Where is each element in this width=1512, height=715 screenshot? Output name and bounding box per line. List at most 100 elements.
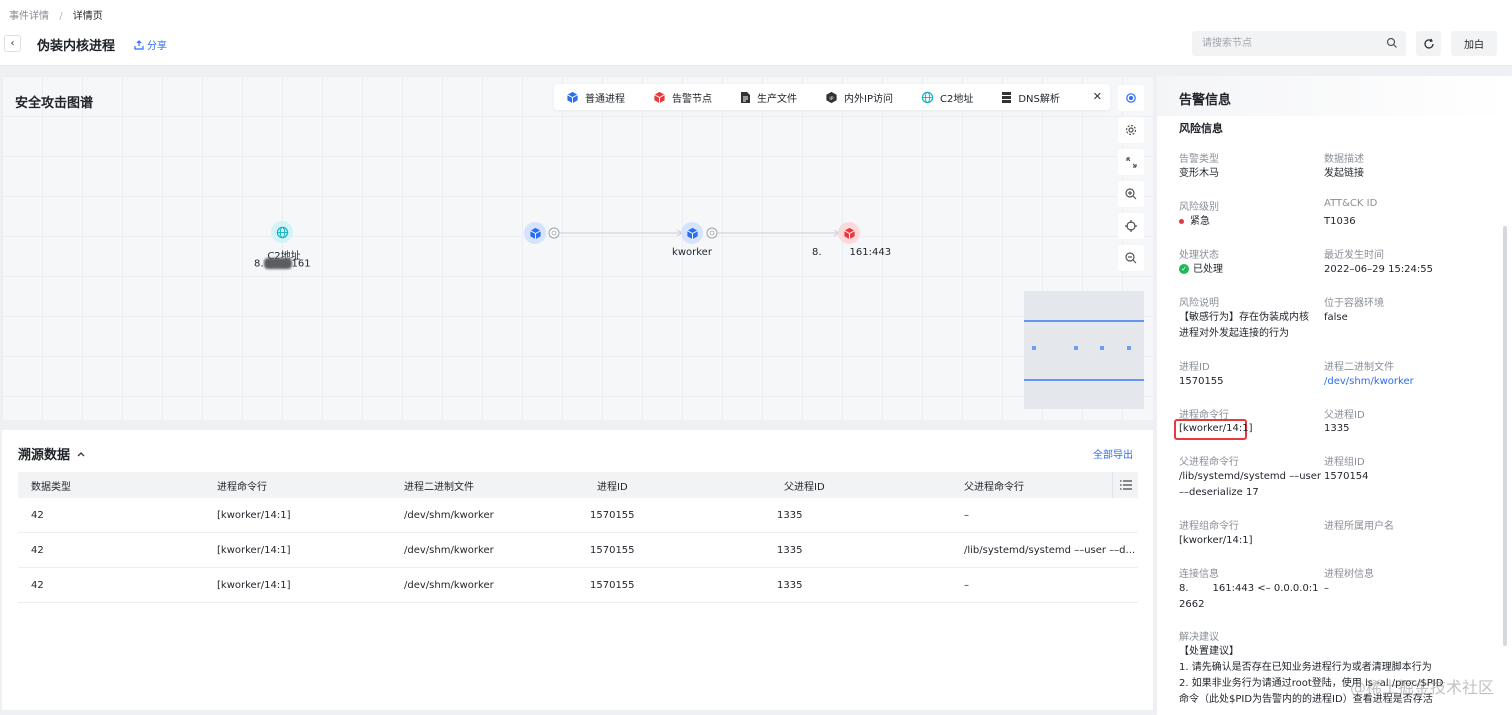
graph-node-alert-ip-label: 8. 161:443 [812, 247, 891, 258]
field-label: 最近发生时间 [1324, 250, 1384, 261]
redacted-mask [263, 258, 292, 269]
cube-alert-icon [843, 227, 855, 239]
graph-node-alert-ip[interactable] [838, 222, 860, 244]
field-label: 解决建议 [1179, 632, 1219, 643]
breadcrumb: 事件详情 / 详情页 [9, 7, 103, 22]
table-cell: /dev/shm/kworker [404, 579, 494, 591]
breadcrumb-separator: / [59, 11, 63, 22]
parent-cmd-line1: /lib/systemd/systemd ––user [1179, 471, 1322, 482]
table-cell: /lib/systemd/systemd ––user ––d... [964, 544, 1136, 556]
table-cell: 42 [31, 544, 44, 556]
scrollbar[interactable] [1503, 226, 1507, 646]
binary-link[interactable]: /dev/shm/kworker [1324, 374, 1414, 390]
trace-table: 数据类型 进程命令行 进程二进制文件 进程ID 父进程ID 父进程命令行 42 … [18, 472, 1138, 603]
table-cell: /dev/shm/kworker [404, 509, 494, 521]
tree-value: – [1324, 583, 1329, 594]
address-prefix: 8. [812, 247, 822, 258]
status-value: ✓ 已处理 [1179, 262, 1223, 278]
address-suffix: 161:443 [849, 247, 892, 258]
field-label: 连接信息 [1179, 569, 1219, 580]
risk-level-value: 紧急 [1179, 214, 1210, 230]
column-header[interactable]: 进程命令行 [217, 472, 267, 498]
trace-title-text: 溯源数据 [18, 448, 71, 463]
conn-line1: 8. 161:443 <– 0.0.0.0:1 [1179, 581, 1319, 597]
conn-line2: 2662 [1179, 599, 1205, 610]
search-input[interactable] [1192, 31, 1406, 56]
conn-prefix: 8. [1179, 583, 1189, 594]
minimap-viewport [1024, 320, 1144, 381]
risk-section-title: 风险信息 [1179, 122, 1223, 135]
column-header[interactable]: 进程ID [597, 472, 628, 498]
cmdline-value: [kworker/14:1] [1179, 423, 1253, 434]
alert-type-value: 变形木马 [1179, 168, 1219, 179]
table-cell: [kworker/14:1] [217, 579, 291, 591]
field-label: 告警类型 [1179, 154, 1219, 165]
table-row[interactable]: 42 [kworker/14:1] /dev/shm/kworker 15701… [18, 498, 1138, 533]
column-header[interactable]: 父进程ID [784, 472, 825, 498]
status-text: 已处理 [1193, 264, 1223, 275]
breadcrumb-parent[interactable]: 事件详情 [9, 11, 49, 22]
cube-icon [529, 227, 541, 239]
column-header[interactable]: 数据类型 [31, 472, 71, 498]
table-cell: 1570155 [590, 579, 635, 591]
whitelist-button[interactable]: 加白 [1451, 31, 1497, 56]
field-label: 进程ID [1179, 362, 1210, 373]
graph-edges [548, 227, 840, 239]
field-label: 位于容器环境 [1324, 298, 1384, 309]
address-suffix: 161 [291, 258, 311, 270]
attack-graph-panel[interactable]: 安全攻击图谱 普通进程 告警节点 生产文件 IP 内外IP访问 C2地址 DNS… [2, 76, 1153, 420]
group-cmd-value: [kworker/14:1] [1179, 535, 1253, 546]
column-header[interactable]: 进程二进制文件 [404, 472, 474, 498]
table-cell: /dev/shm/kworker [404, 544, 494, 556]
cube-icon [686, 227, 698, 239]
table-cell: [kworker/14:1] [217, 509, 291, 521]
graph-node-process[interactable] [524, 222, 546, 244]
graph-minimap[interactable] [1024, 291, 1144, 409]
graph-node-c2[interactable] [271, 221, 293, 243]
share-label: 分享 [147, 41, 167, 52]
risk-desc-line2: 进程对外发起连接的行为 [1179, 328, 1289, 339]
alert-info-panel[interactable]: 告警信息 风险信息 告警类型 变形木马 数据描述 发起链接 风险级别 紧急 AT… [1157, 76, 1512, 715]
share-button[interactable]: 分享 [134, 37, 167, 52]
back-button[interactable]: ‹ [4, 35, 21, 52]
field-label: 进程二进制文件 [1324, 362, 1394, 373]
chevron-up-icon[interactable] [76, 449, 86, 459]
field-label: 父进程ID [1324, 410, 1365, 421]
table-header: 数据类型 进程命令行 进程二进制文件 进程ID 父进程ID 父进程命令行 [18, 472, 1138, 498]
column-header[interactable]: 父进程命令行 [964, 472, 1024, 498]
table-cell: 1570155 [590, 544, 635, 556]
table-row[interactable]: 42 [kworker/14:1] /dev/shm/kworker 15701… [18, 568, 1138, 603]
ppid-value: 1335 [1324, 423, 1350, 434]
refresh-button[interactable] [1416, 31, 1441, 56]
watermark: @稀土掘金技术社区 [1350, 678, 1495, 697]
last-time-value: 2022–06–29 15:24:55 [1324, 264, 1433, 275]
table-cell: [kworker/14:1] [217, 544, 291, 556]
export-all-link[interactable]: 全部导出 [1093, 446, 1133, 461]
advice-line1: 【处置建议】 [1179, 646, 1239, 657]
trace-title[interactable]: 溯源数据 [18, 444, 86, 463]
parent-cmd-line2: ––deserialize 17 [1179, 487, 1259, 498]
graph-node-kworker-label: kworker [672, 247, 712, 258]
list-icon [1119, 480, 1132, 490]
graph-node-c2-address: 8. 161 [254, 258, 311, 270]
graph-node-kworker[interactable] [681, 222, 703, 244]
attck-id-value: T1036 [1324, 216, 1356, 227]
search-icon[interactable] [1386, 37, 1398, 49]
field-label: 风险级别 [1179, 202, 1219, 213]
table-cell: 1335 [777, 544, 803, 556]
data-desc-value: 发起链接 [1324, 168, 1364, 179]
conn-line1-text: 161:443 <– 0.0.0.0:1 [1212, 583, 1319, 594]
address-prefix: 8. [254, 258, 264, 270]
refresh-icon [1423, 38, 1434, 49]
breadcrumb-current: 详情页 [72, 11, 103, 22]
table-cell: 1335 [777, 509, 803, 521]
globe-icon [276, 226, 288, 238]
share-icon [134, 39, 144, 50]
column-settings-button[interactable] [1112, 472, 1138, 498]
field-label: 进程树信息 [1324, 569, 1374, 580]
risk-desc-line1: 【敏感行为】存在伪装成内核 [1179, 312, 1309, 323]
container-value: false [1324, 312, 1348, 323]
table-row[interactable]: 42 [kworker/14:1] /dev/shm/kworker 15701… [18, 533, 1138, 568]
pid-value: 1570155 [1179, 376, 1224, 387]
chevron-left-icon: ‹ [10, 38, 15, 49]
